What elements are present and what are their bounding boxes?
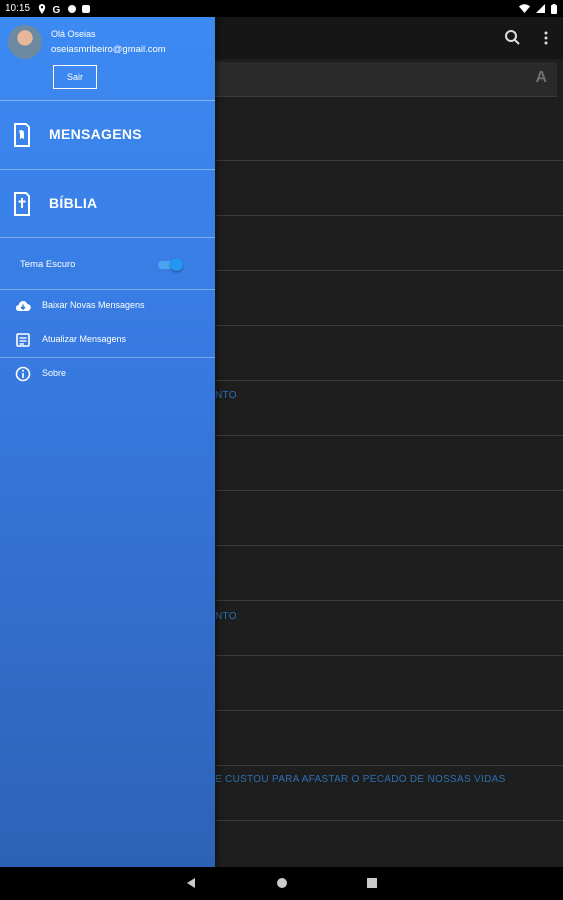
book-hand-icon	[14, 123, 30, 147]
drawer-item-mensagens[interactable]: MENSAGENS	[0, 102, 215, 168]
svg-text:G: G	[53, 5, 61, 14]
status-system-icons	[519, 0, 557, 17]
divider	[0, 169, 215, 170]
cloud-download-icon	[15, 301, 31, 312]
menu-item-label: Sobre	[42, 368, 67, 378]
menu-item-download-messages[interactable]: Baixar Novas Mensagens	[0, 291, 215, 321]
app-notification-icon	[68, 4, 76, 13]
toggle-knob	[170, 258, 183, 271]
navigation-drawer: Olá Oseias oseiasmribeiro@gmail.com Sair…	[0, 17, 215, 867]
recents-icon[interactable]	[366, 877, 378, 889]
list-item-text: E CUSTOU PARA AFASTAR O PECADO DE NOSSAS…	[215, 774, 506, 785]
avatar	[8, 25, 42, 59]
status-bar: 10:15 G	[0, 0, 563, 17]
signal-icon	[536, 4, 545, 13]
sd-card-icon	[82, 4, 90, 13]
list-item-text: NTO	[215, 390, 237, 401]
search-icon[interactable]	[503, 28, 523, 48]
drawer-item-label: MENSAGENS	[49, 126, 142, 142]
back-icon[interactable]	[185, 877, 197, 889]
divider	[0, 289, 215, 290]
bible-icon	[14, 192, 30, 216]
user-email: oseiasmribeiro@gmail.com	[51, 44, 166, 55]
status-time: 10:15	[5, 3, 31, 14]
dark-theme-label: Tema Escuro	[20, 259, 76, 270]
more-options-icon[interactable]	[536, 28, 556, 48]
divider	[0, 237, 215, 238]
google-icon: G	[53, 5, 61, 14]
home-icon[interactable]	[276, 877, 288, 889]
drawer-item-label: BÍBLIA	[49, 195, 98, 211]
status-notification-icons: G	[38, 0, 90, 17]
menu-item-label: Baixar Novas Mensagens	[42, 300, 145, 310]
menu-item-update-messages[interactable]: Atualizar Mensagens	[0, 325, 215, 355]
wifi-icon	[519, 4, 530, 13]
dark-theme-row: Tema Escuro	[0, 249, 215, 289]
dark-theme-toggle[interactable]	[158, 258, 183, 271]
divider	[0, 100, 215, 101]
update-list-icon	[16, 333, 30, 347]
battery-icon	[551, 3, 557, 14]
font-size-icon[interactable]: A	[535, 69, 547, 87]
system-nav-bar	[0, 867, 563, 900]
info-icon	[15, 366, 31, 382]
location-icon	[38, 3, 46, 14]
menu-item-about[interactable]: Sobre	[0, 359, 215, 389]
user-greeting: Olá Oseias	[51, 29, 96, 39]
drawer-item-biblia[interactable]: BÍBLIA	[0, 171, 215, 237]
menu-item-label: Atualizar Mensagens	[42, 334, 127, 344]
divider	[0, 357, 215, 358]
logout-button[interactable]: Sair	[53, 65, 97, 89]
